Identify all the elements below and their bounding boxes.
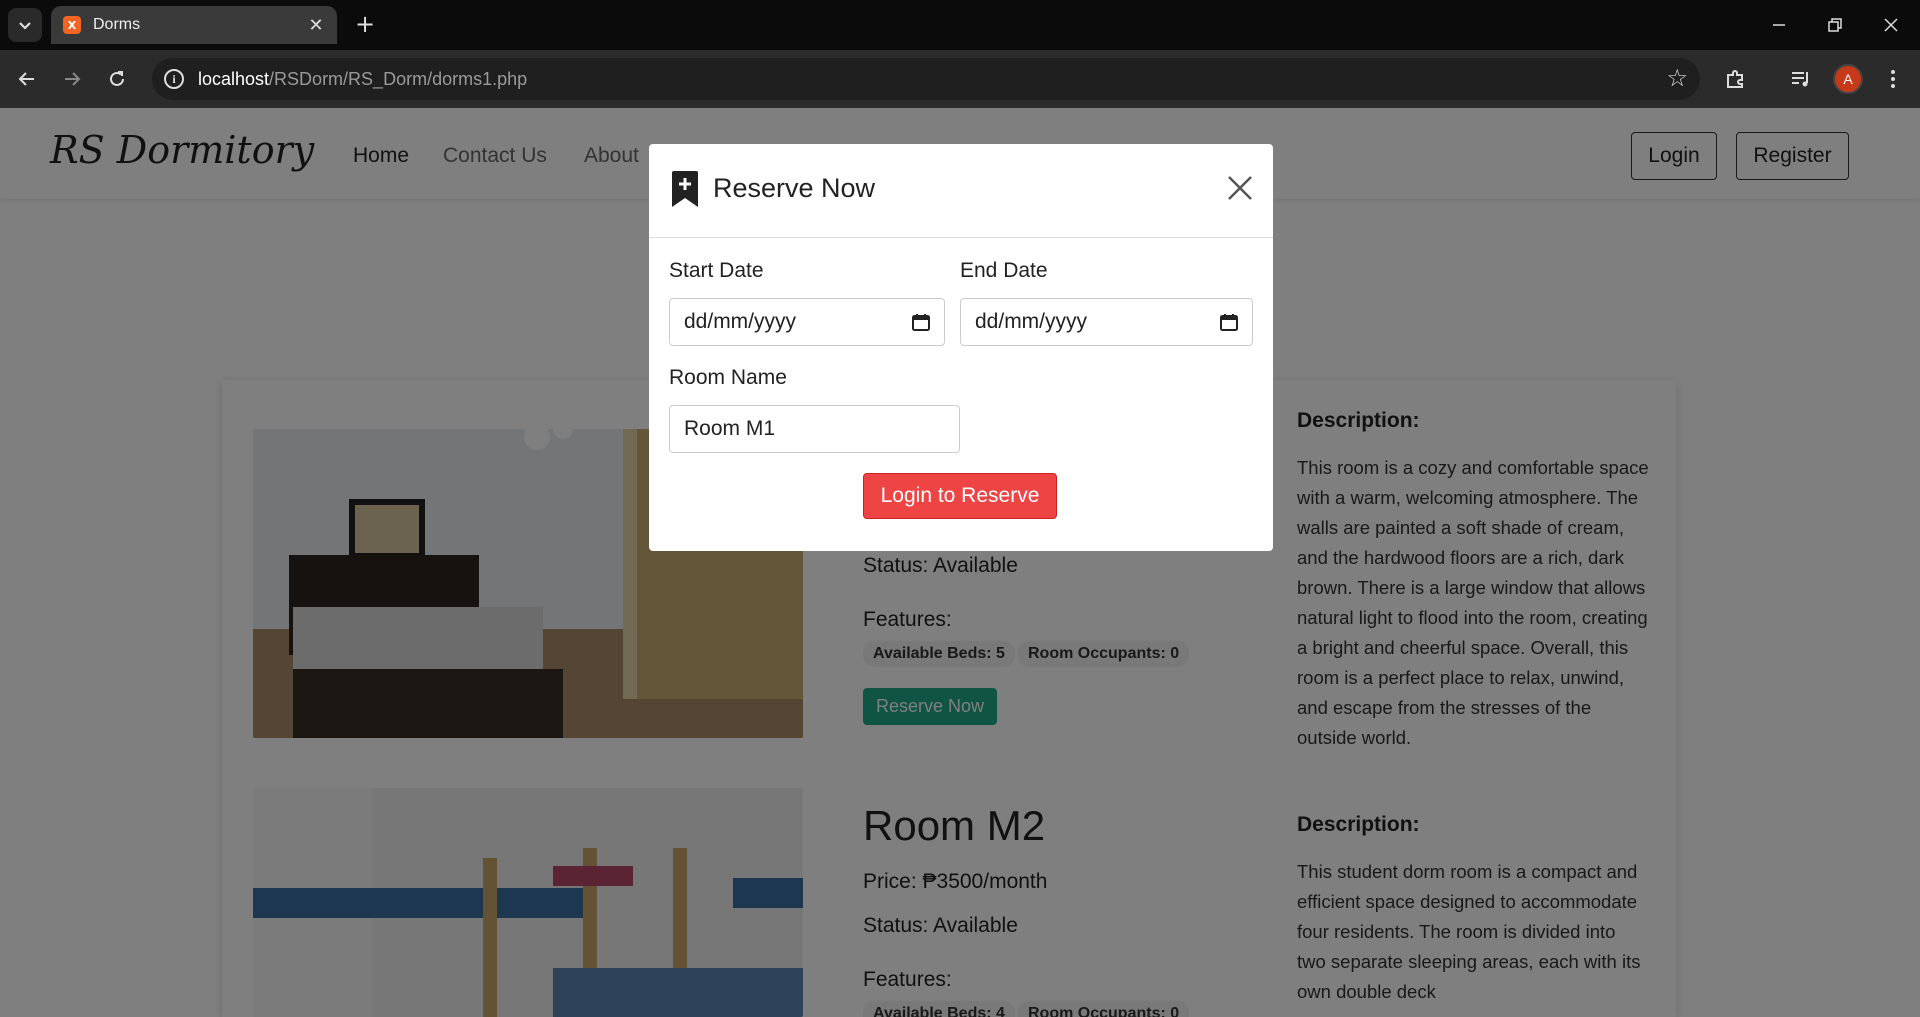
chevron-down-icon [19, 22, 31, 30]
end-date-label: End Date [960, 259, 1048, 282]
url-path: /RSDorm/RS_Dorm/dorms1.php [269, 68, 528, 89]
reserve-modal: Reserve Now Start Date dd/mm/yyyy End Da… [649, 144, 1273, 551]
bookmark-star-icon[interactable]: ☆ [1666, 66, 1688, 90]
playlist-icon [1792, 72, 1808, 87]
tab-search-button[interactable] [8, 8, 42, 42]
modal-header: Reserve Now [649, 144, 1273, 238]
room-name-label: Room Name [669, 366, 787, 389]
start-date-value: dd/mm/yyyy [684, 310, 797, 333]
modal-title: Reserve Now [713, 173, 876, 203]
start-date-label: Start Date [669, 259, 764, 282]
end-date-input[interactable]: dd/mm/yyyy [960, 298, 1253, 346]
browser-tabbar: X Dorms ✕ + [0, 0, 1920, 50]
room-name-input[interactable]: Room M1 [669, 405, 960, 453]
close-icon [1884, 18, 1898, 32]
room-name-value: Room M1 [684, 417, 776, 440]
end-date-value: dd/mm/yyyy [975, 310, 1088, 333]
close-icon[interactable] [1227, 175, 1253, 201]
tab-close-icon[interactable]: ✕ [307, 15, 325, 36]
forward-button[interactable] [55, 62, 89, 96]
reload-button[interactable] [100, 62, 134, 96]
minimize-icon [1773, 24, 1785, 26]
arrow-right-icon [65, 72, 81, 86]
url-host: localhost [198, 68, 270, 89]
url-text[interactable]: localhost/RSDorm/RS_Dorm/dorms1.php [198, 69, 527, 90]
browser-tab[interactable]: X Dorms ✕ [51, 6, 337, 44]
browser-menu-button[interactable] [1876, 62, 1910, 96]
login-to-reserve-button[interactable]: Login to Reserve [863, 473, 1057, 519]
minimize-button[interactable] [1751, 0, 1807, 50]
new-tab-button[interactable]: + [352, 12, 378, 38]
bookmark-plus-icon [672, 171, 698, 207]
window-close-button[interactable] [1863, 0, 1919, 50]
calendar-icon[interactable] [912, 313, 930, 331]
start-date-input[interactable]: dd/mm/yyyy [669, 298, 945, 346]
calendar-icon[interactable] [1220, 313, 1238, 331]
site-info-icon[interactable]: i [164, 69, 184, 89]
xampp-favicon-icon: X [63, 16, 81, 34]
puzzle-icon [1727, 70, 1743, 88]
address-bar[interactable]: i localhost/RSDorm/RS_Dorm/dorms1.php ☆ [152, 58, 1700, 100]
more-vertical-icon [1891, 70, 1895, 88]
extensions-button[interactable] [1719, 62, 1753, 96]
back-button[interactable] [10, 62, 44, 96]
restore-button[interactable] [1807, 0, 1863, 50]
media-control-button[interactable] [1784, 62, 1818, 96]
restore-icon [1828, 18, 1842, 32]
profile-avatar[interactable]: A [1833, 64, 1863, 94]
reload-icon [110, 71, 124, 86]
arrow-left-icon [18, 72, 34, 86]
browser-toolbar: i localhost/RSDorm/RS_Dorm/dorms1.php ☆ [0, 50, 1920, 108]
tab-title: Dorms [93, 16, 141, 33]
